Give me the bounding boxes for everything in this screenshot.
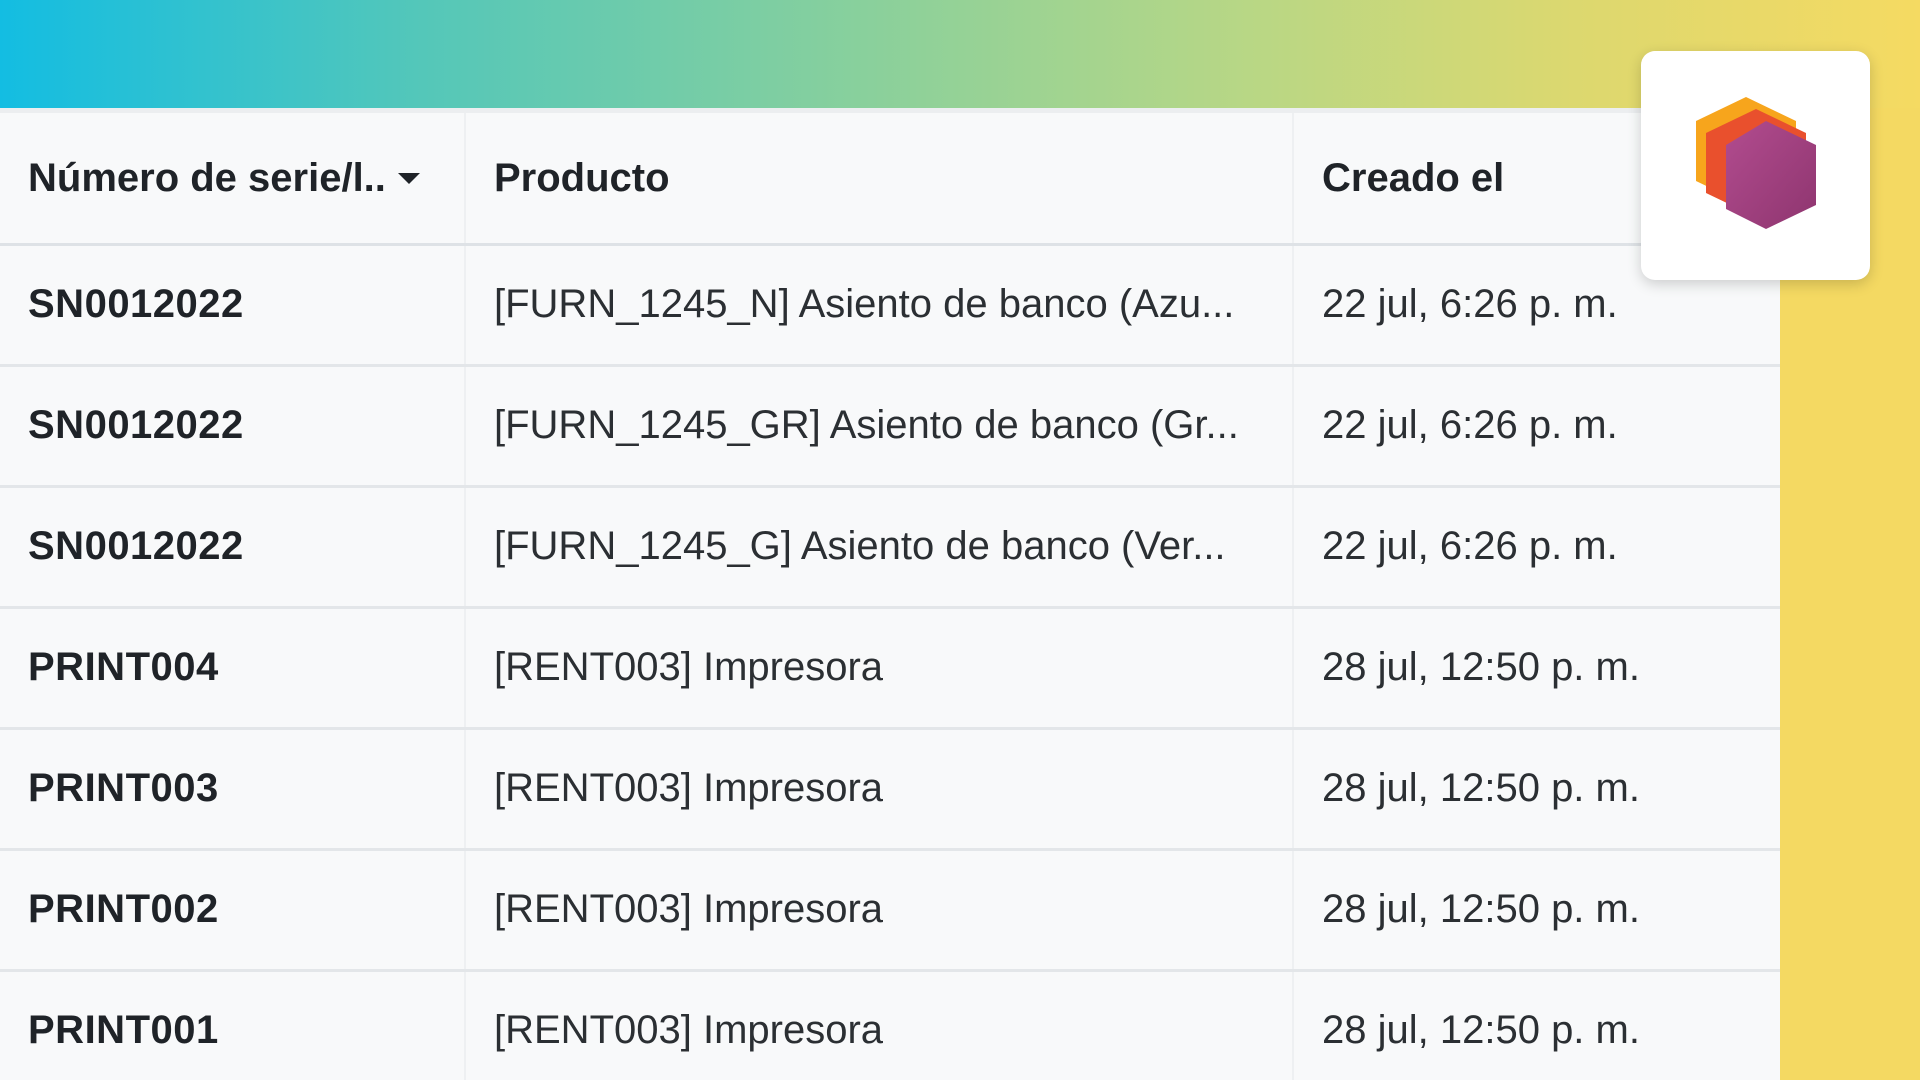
app-screen: Número de serie/l.. Producto Creado el S… bbox=[0, 0, 1920, 1080]
cell-serial-number: PRINT002 bbox=[0, 849, 466, 972]
sort-descending-icon[interactable] bbox=[397, 173, 420, 185]
table-row[interactable]: PRINT003 [RENT003] Impresora 28 jul, 12:… bbox=[0, 728, 1780, 851]
cell-created-on: 28 jul, 12:50 p. m. bbox=[1293, 607, 1780, 730]
cell-serial-number: SN0012022 bbox=[0, 486, 466, 609]
column-header-label: Número de serie/l.. bbox=[28, 156, 386, 201]
column-header-product[interactable]: Producto bbox=[465, 113, 1294, 246]
cell-product: [RENT003] Impresora bbox=[465, 607, 1294, 730]
cell-created-on: 28 jul, 12:50 p. m. bbox=[1293, 728, 1780, 851]
table-row[interactable]: SN0012022 [FURN_1245_G] Asiento de banco… bbox=[0, 486, 1780, 609]
cell-serial-number: PRINT004 bbox=[0, 607, 466, 730]
table-row[interactable]: SN0012022 [FURN_1245_GR] Asiento de banc… bbox=[0, 365, 1780, 488]
cell-product: [FURN_1245_GR] Asiento de banco (Gr... bbox=[465, 365, 1294, 488]
gradient-header-band bbox=[0, 0, 1920, 108]
cell-created-on: 22 jul, 6:26 p. m. bbox=[1293, 486, 1780, 609]
cell-serial-number: SN0012022 bbox=[0, 244, 466, 367]
table-row[interactable]: SN0012022 [FURN_1245_N] Asiento de banco… bbox=[0, 244, 1780, 367]
cell-product: [RENT003] Impresora bbox=[465, 849, 1294, 972]
column-header-label: Producto bbox=[494, 156, 670, 201]
serial-numbers-table: Número de serie/l.. Producto Creado el S… bbox=[0, 113, 1780, 1080]
cell-created-on: 28 jul, 12:50 p. m. bbox=[1293, 970, 1780, 1080]
table-row[interactable]: PRINT004 [RENT003] Impresora 28 jul, 12:… bbox=[0, 607, 1780, 730]
cell-serial-number: PRINT003 bbox=[0, 728, 466, 851]
hexagon-cube-logo-icon bbox=[1695, 96, 1816, 229]
app-logo-card bbox=[1641, 51, 1870, 280]
cell-product: [FURN_1245_N] Asiento de banco (Azu... bbox=[465, 244, 1294, 367]
table-header-row: Número de serie/l.. Producto Creado el bbox=[0, 113, 1780, 246]
list-view-panel: Número de serie/l.. Producto Creado el S… bbox=[0, 108, 1780, 1080]
table-row[interactable]: PRINT001 [RENT003] Impresora 28 jul, 12:… bbox=[0, 970, 1780, 1080]
cell-serial-number: SN0012022 bbox=[0, 365, 466, 488]
column-header-label: Creado el bbox=[1322, 156, 1505, 201]
cell-serial-number: PRINT001 bbox=[0, 970, 466, 1080]
cell-product: [RENT003] Impresora bbox=[465, 970, 1294, 1080]
cell-created-on: 28 jul, 12:50 p. m. bbox=[1293, 849, 1780, 972]
cell-product: [RENT003] Impresora bbox=[465, 728, 1294, 851]
cell-product: [FURN_1245_G] Asiento de banco (Ver... bbox=[465, 486, 1294, 609]
table-row[interactable]: PRINT002 [RENT003] Impresora 28 jul, 12:… bbox=[0, 849, 1780, 972]
column-header-serial-number[interactable]: Número de serie/l.. bbox=[0, 113, 466, 246]
cell-created-on: 22 jul, 6:26 p. m. bbox=[1293, 365, 1780, 488]
